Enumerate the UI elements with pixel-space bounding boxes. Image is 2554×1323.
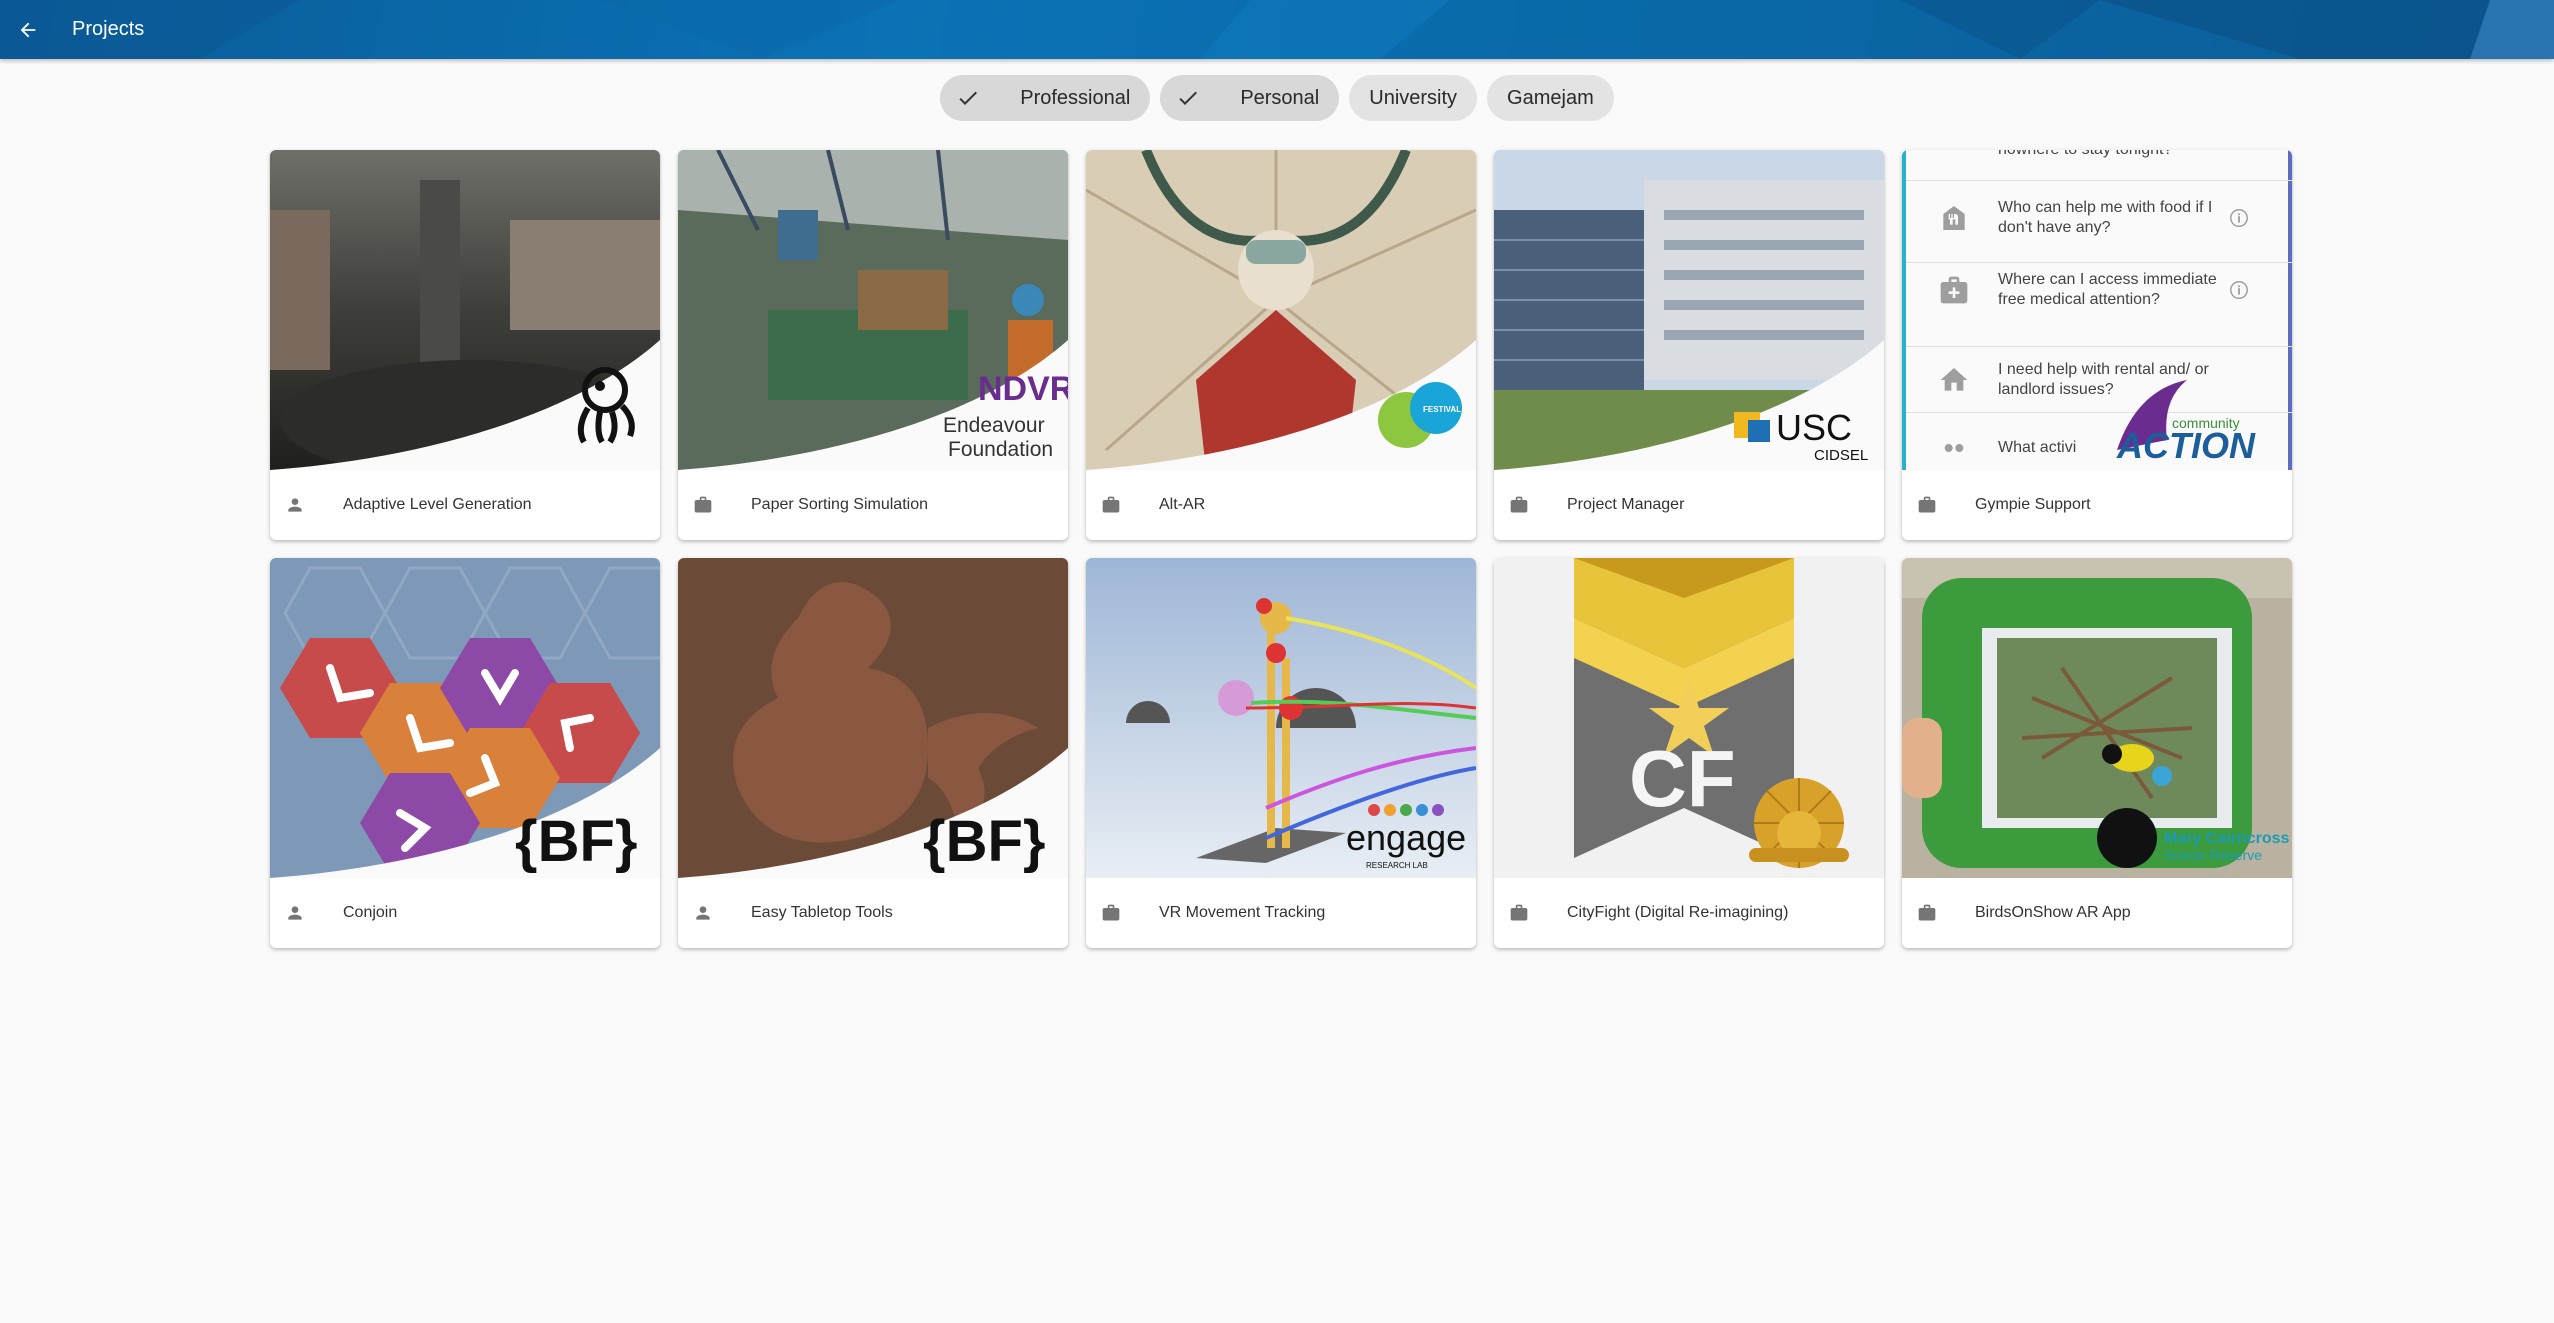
project-card[interactable]: nowhere to stay tonight? Who can help me… [1902,150,2292,540]
project-card[interactable]: {BF} Easy Tabletop Tools [678,558,1068,948]
svg-text:CF: CF [1629,734,1736,823]
svg-text:{BF}: {BF} [515,809,637,874]
filter-chips: Professional Personal University Gamejam [0,75,2554,121]
project-title: Alt-AR [1159,496,1206,513]
svg-text:{BF}: {BF} [923,809,1045,874]
project-title: CityFight (Digital Re-imagining) [1567,904,1789,921]
project-title: BirdsOnShow AR App [1975,904,2131,921]
project-card[interactable]: NDVR Endeavour Foundation Paper Sorting … [678,150,1068,540]
project-thumbnail [270,150,660,470]
project-thumbnail: nowhere to stay tonight? Who can help me… [1902,150,2292,470]
action-logo: ACTION community [2116,380,2256,466]
project-card[interactable]: {BF} Conjoin [270,558,660,948]
arrow-back-icon [20,22,36,37]
project-title: Adaptive Level Generation [343,496,532,513]
project-card[interactable]: CF CityFight (Digital Re-imagining) [1494,558,1884,948]
person-icon [691,901,715,925]
project-card[interactable]: engage RESEARCH LAB VR Movement Tracking [1086,558,1476,948]
project-title: Project Manager [1567,496,1685,513]
svg-text:NDVR: NDVR [978,370,1068,408]
project-thumbnail: {BF} [270,558,660,878]
chip-label: University [1369,86,1458,109]
briefcase-icon [1099,493,1123,517]
project-title: Paper Sorting Simulation [751,496,928,513]
chip-label: Professional [1020,86,1131,109]
svg-text:Endeavour: Endeavour [943,414,1045,437]
project-thumbnail: engage RESEARCH LAB [1086,558,1476,878]
chip-personal[interactable]: Personal [1160,75,1340,121]
project-grid: Adaptive Level Generation NDVR Endeavour… [270,150,2292,948]
project-thumbnail: {BF} [678,558,1068,878]
project-title: Gympie Support [1975,496,2091,513]
person-icon [283,901,307,925]
briefcase-icon [1507,493,1531,517]
app-bar: Projects [0,0,2554,59]
check-icon [956,86,990,110]
project-thumbnail: USC CIDSEL [1494,150,1884,470]
briefcase-icon [1507,901,1531,925]
svg-text:Scenic Reserve: Scenic Reserve [2164,847,2262,863]
project-thumbnail: Mary Cairncross Scenic Reserve [1902,558,2292,878]
briefcase-icon [1099,901,1123,925]
chip-label: Personal [1240,86,1320,109]
svg-text:USC: USC [1776,407,1852,448]
svg-text:community: community [2172,415,2240,431]
app-preview-list: nowhere to stay tonight? Who can help me… [1902,150,2292,470]
briefcase-icon [1915,901,1939,925]
project-card[interactable]: FESTIVAL Alt-AR [1086,150,1476,540]
check-icon [1176,86,1210,110]
svg-text:Mary Cairncross: Mary Cairncross [2164,830,2289,847]
project-title: VR Movement Tracking [1159,904,1326,921]
chip-university[interactable]: University [1349,75,1478,121]
person-icon [283,493,307,517]
project-card[interactable]: USC CIDSEL Project Manager [1494,150,1884,540]
svg-text:FESTIVAL: FESTIVAL [1423,405,1461,414]
project-thumbnail: NDVR Endeavour Foundation [678,150,1068,470]
appbar-background [0,0,2554,59]
svg-text:engage: engage [1346,817,1466,858]
project-card[interactable]: Mary Cairncross Scenic Reserve BirdsOnSh… [1902,558,2292,948]
chip-gamejam[interactable]: Gamejam [1487,75,1614,121]
briefcase-icon [691,493,715,517]
svg-text:Foundation: Foundation [948,438,1053,461]
svg-text:ACTION: ACTION [2116,425,2256,466]
project-card[interactable]: Adaptive Level Generation [270,150,660,540]
page-title: Projects [72,18,145,40]
svg-text:RESEARCH LAB: RESEARCH LAB [1366,861,1428,870]
project-title: Easy Tabletop Tools [751,904,893,921]
svg-text:CIDSEL: CIDSEL [1814,447,1868,464]
chip-label: Gamejam [1507,86,1594,109]
project-title: Conjoin [343,904,398,921]
chip-professional[interactable]: Professional [940,75,1151,121]
project-thumbnail: FESTIVAL [1086,150,1476,470]
back-button[interactable] [0,2,56,58]
briefcase-icon [1915,493,1939,517]
project-thumbnail: CF [1494,558,1884,878]
